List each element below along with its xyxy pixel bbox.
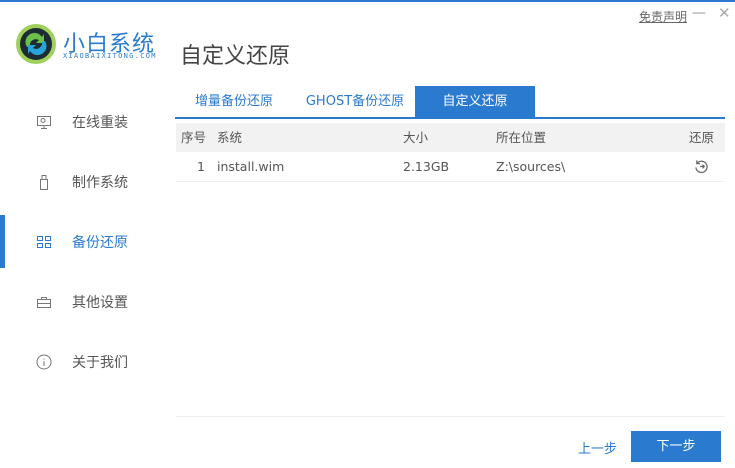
page-title: 自定义还原 [180,44,291,69]
tab-incremental-restore[interactable]: 增量备份还原 [175,86,293,117]
sidebar-item-label: 制作系统 [72,175,128,191]
header-location: 所在位置 [496,130,547,145]
table-row[interactable]: 1 install.wim 2.13GB Z:\sources\ [176,152,725,182]
header-size: 大小 [403,130,429,145]
restore-icon[interactable] [694,159,709,174]
sidebar-item-make-system[interactable]: 制作系统 [0,156,170,208]
monitor-icon [36,114,52,130]
tab-custom-restore[interactable]: 自定义还原 [415,86,535,117]
info-icon [36,354,52,370]
cell-system: install.wim [217,159,285,174]
cell-location: Z:\sources\ [496,159,566,174]
briefcase-icon [36,294,52,310]
tab-ghost-restore[interactable]: GHOST备份还原 [295,86,415,117]
grid-icon [36,234,52,250]
sidebar-item-settings[interactable]: 其他设置 [0,276,170,328]
logo-icon [16,24,56,64]
prev-button[interactable]: 上一步 [578,438,617,457]
sidebar-item-label: 备份还原 [72,235,128,251]
sidebar-item-backup-restore[interactable]: 备份还原 [0,216,170,268]
brand-domain: XIAOBAIXITONG.COM [63,52,157,60]
sidebar-item-label: 关于我们 [72,355,128,371]
usb-icon [36,174,52,190]
sidebar-item-label: 在线重装 [72,115,128,131]
tab-bar: 增量备份还原 GHOST备份还原 自定义还原 [175,86,725,119]
disclaimer-link[interactable]: 免责声明 [639,8,687,25]
header-restore: 还原 [689,130,715,145]
top-accent-line [0,0,735,2]
header-index: 序号 [181,130,207,145]
minimize-button[interactable]: — [692,5,706,21]
sidebar-item-online-install[interactable]: 在线重装 [0,96,170,148]
next-button[interactable]: 下一步 [631,431,721,462]
sidebar-item-label: 其他设置 [72,295,128,311]
sidebar-item-about[interactable]: 关于我们 [0,336,170,388]
close-button[interactable]: ✕ [718,4,731,22]
cell-size: 2.13GB [403,159,450,174]
footer-divider [176,416,725,417]
header-system: 系统 [217,130,243,145]
table-header: 序号 系统 大小 所在位置 还原 [176,123,725,152]
cell-index: 1 [197,159,205,174]
